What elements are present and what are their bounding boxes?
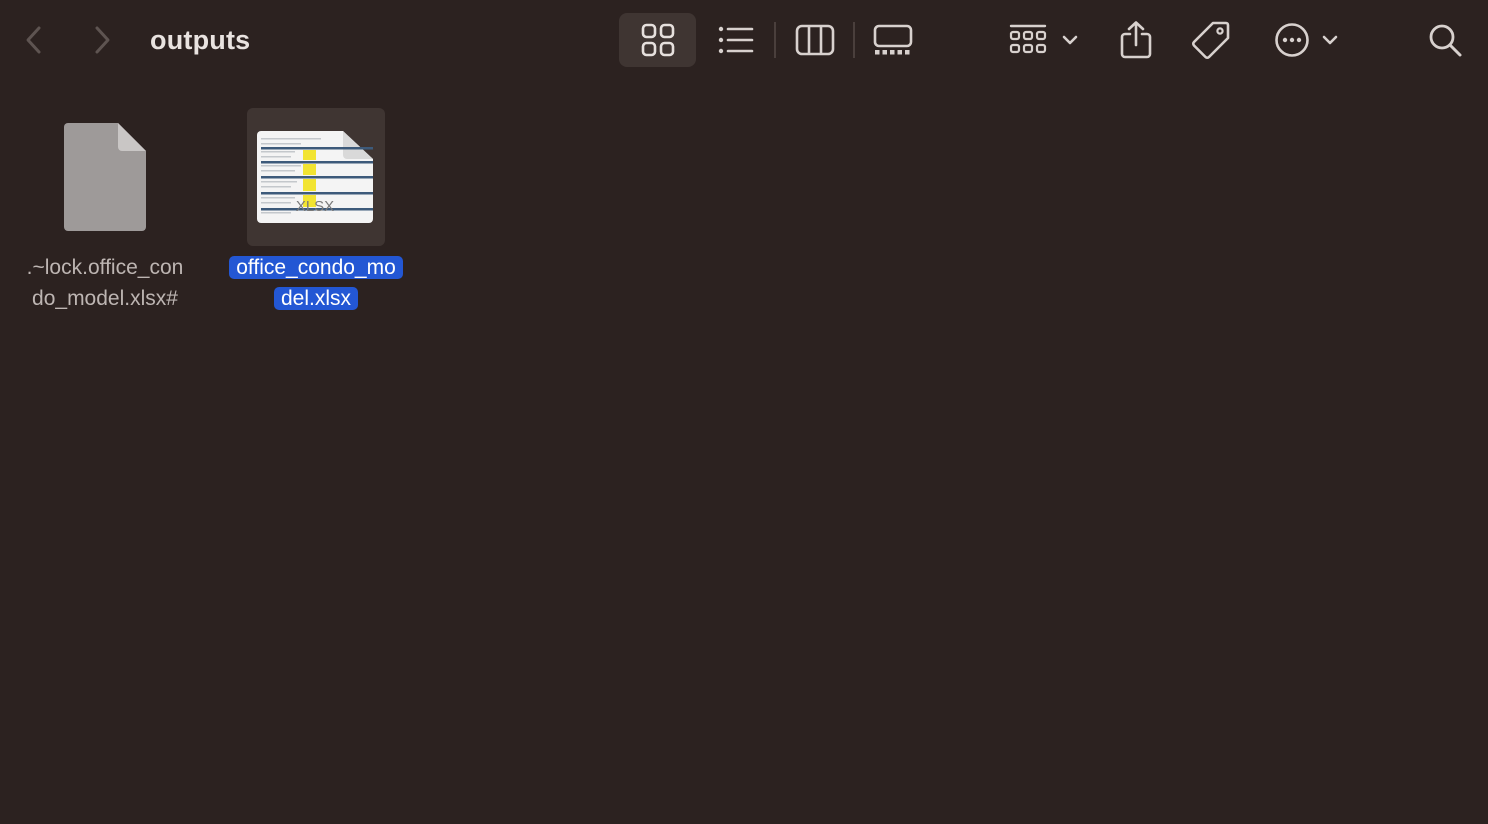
file-name-line: .~lock.office_con [26, 256, 184, 279]
generic-document-icon [64, 123, 146, 231]
more-actions-button[interactable] [1268, 13, 1346, 67]
file-item-selected[interactable]: XLSX office_condo_mo del.xlsx [212, 108, 420, 314]
forward-button[interactable] [82, 20, 122, 60]
gallery-icon [873, 24, 913, 55]
window-title: outputs [150, 25, 251, 55]
share-button[interactable] [1112, 13, 1160, 67]
columns-icon [795, 24, 835, 56]
toolbar-divider [853, 22, 855, 58]
view-as-gallery-button[interactable] [866, 13, 920, 67]
file-name-line: office_condo_mo [229, 252, 403, 283]
view-as-columns-button[interactable] [789, 13, 841, 67]
tags-button[interactable] [1186, 13, 1236, 67]
chevron-left-icon [26, 26, 41, 54]
file-item[interactable]: .~lock.office_con do_model.xlsx# [4, 108, 206, 314]
view-as-list-button[interactable] [710, 13, 762, 67]
file-thumbnail[interactable] [36, 108, 174, 246]
xlsx-thumbnail-icon: XLSX [257, 131, 373, 223]
group-grid-icon [1009, 24, 1047, 54]
tag-icon [1192, 21, 1230, 59]
list-icon [718, 26, 754, 54]
group-by-button[interactable] [1004, 13, 1084, 67]
toolbar-divider [774, 22, 776, 58]
search-icon [1429, 24, 1462, 57]
file-name: .~lock.office_con do_model.xlsx# [27, 252, 184, 314]
thumbnail-label: XLSX [296, 198, 334, 215]
chevron-down-icon [1062, 35, 1078, 45]
file-name[interactable]: office_condo_mo del.xlsx [229, 252, 403, 314]
back-button[interactable] [14, 20, 54, 60]
ellipsis-circle-icon [1275, 23, 1309, 57]
file-icon-view[interactable]: .~lock.office_con do_model.xlsx# XLSX of… [0, 80, 1488, 824]
chevron-right-icon [95, 26, 110, 54]
file-thumbnail[interactable]: XLSX [247, 108, 385, 246]
view-as-icons-button[interactable] [619, 13, 696, 67]
chevron-down-icon [1322, 35, 1338, 45]
toolbar: outputs [0, 0, 1488, 80]
file-name-line: del.xlsx [229, 283, 403, 314]
file-name-line: do_model.xlsx# [32, 287, 178, 310]
grid-icon [641, 23, 674, 57]
finder-window: outputs .~lock.office_con do_model.xlsx#… [0, 0, 1488, 824]
search-button[interactable] [1420, 13, 1470, 67]
share-icon [1120, 21, 1152, 59]
